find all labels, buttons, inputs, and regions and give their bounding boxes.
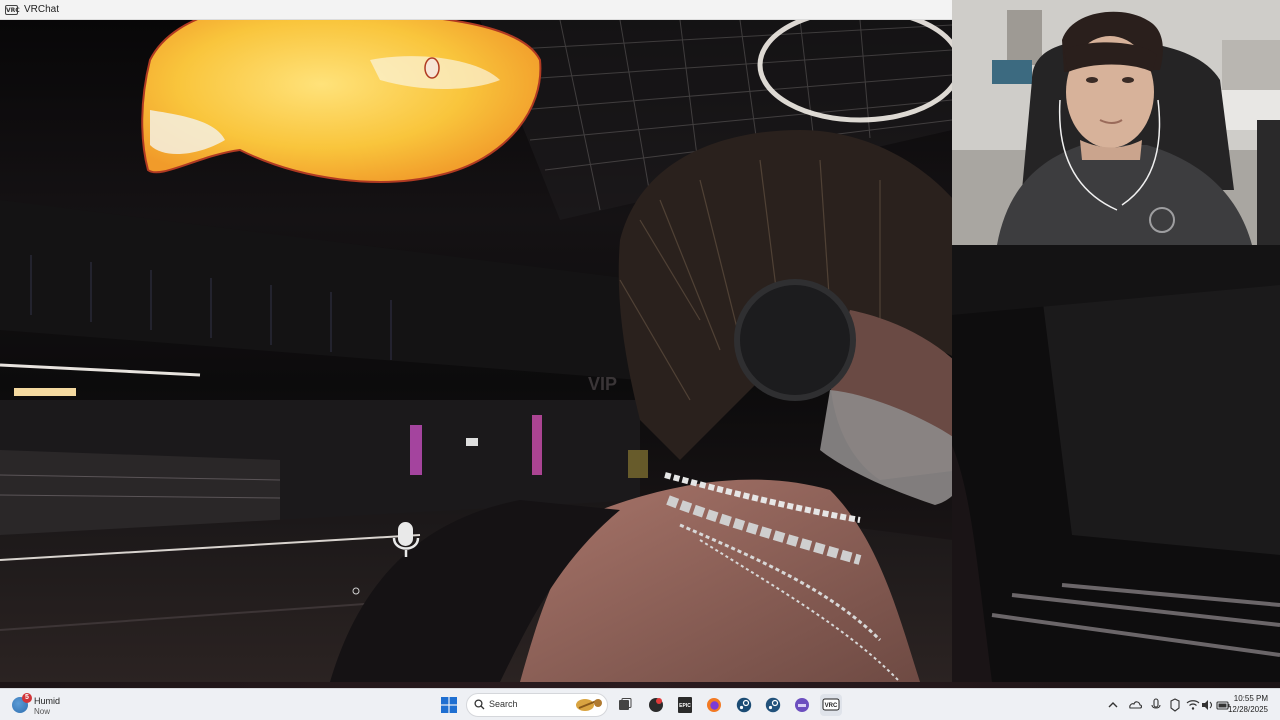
game-viewport[interactable]: VIP — [0, 20, 952, 682]
tray-clock[interactable]: 10:55 PM 12/28/2025 — [1228, 693, 1268, 715]
weather-subtitle: Now — [34, 707, 51, 716]
copilot-icon[interactable] — [1168, 698, 1182, 712]
window-titlebar[interactable]: VRC VRChat — [0, 0, 952, 20]
start-button[interactable] — [438, 694, 460, 716]
windows-logo-icon — [441, 697, 457, 713]
volume-icon[interactable] — [1201, 698, 1215, 712]
sun-avatar — [141, 20, 542, 183]
weather-title: Humid — [34, 696, 61, 706]
epic-games-icon[interactable]: EPIC — [674, 694, 696, 716]
dark-monitor — [1042, 280, 1280, 555]
clock-date: 12/28/2025 — [1227, 705, 1268, 714]
app-icon[interactable] — [791, 694, 813, 716]
chevron-up-icon[interactable] — [1106, 698, 1120, 712]
avatar-headphones — [734, 279, 856, 401]
wifi-icon[interactable] — [1186, 698, 1200, 712]
search-box[interactable]: Search — [466, 693, 608, 717]
taskbar: 5 Humid Now Search EPIC VRC 10:55 PM 12/… — [0, 688, 1280, 720]
task-view-icon[interactable] — [614, 694, 636, 716]
svg-text:EPIC: EPIC — [679, 703, 691, 709]
onedrive-icon[interactable] — [1128, 698, 1142, 712]
vrchat-app-icon: VRC — [5, 4, 20, 15]
webcam-overlay — [952, 0, 1280, 245]
firefox-icon[interactable] — [703, 694, 725, 716]
search-icon — [474, 699, 485, 710]
game-viewport-right — [952, 245, 1280, 682]
vip-sign: VIP — [588, 374, 617, 394]
steam-icon[interactable] — [733, 694, 755, 716]
window-title: VRChat — [24, 4, 60, 15]
steam-vr-icon[interactable] — [762, 694, 784, 716]
weather-widget[interactable]: 5 Humid Now — [8, 692, 98, 718]
vr-app-icon[interactable] — [645, 694, 667, 716]
notification-badge: 5 — [22, 693, 32, 703]
microphone-tray-icon[interactable] — [1149, 698, 1163, 712]
search-highlight-icon — [576, 699, 602, 711]
vrchat-icon[interactable]: VRC — [820, 694, 842, 716]
svg-text:VRC: VRC — [825, 703, 838, 709]
search-placeholder: Search — [489, 699, 518, 709]
clock-time: 10:55 PM — [1233, 694, 1268, 703]
